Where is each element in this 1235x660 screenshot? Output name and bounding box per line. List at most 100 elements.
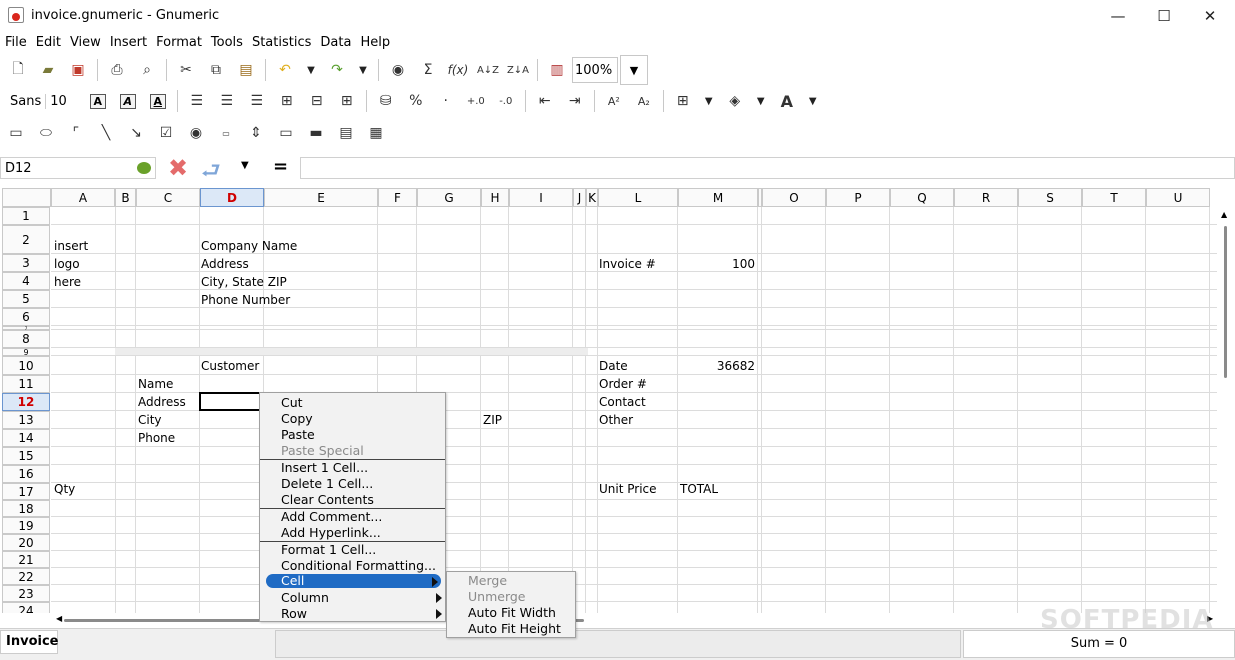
line-tool-icon[interactable]: ╲ <box>91 119 121 147</box>
column-header-b[interactable]: B <box>115 188 136 207</box>
ctx-column-submenu[interactable]: Column <box>260 590 445 606</box>
ctx-row-submenu[interactable]: Row <box>260 606 445 622</box>
row-header-6[interactable]: 6 <box>2 308 50 326</box>
ctx-format-cell[interactable]: Format 1 Cell... <box>260 542 445 558</box>
column-header-t[interactable]: T <box>1082 188 1146 207</box>
menu-statistics[interactable]: Statistics <box>247 32 315 53</box>
selected-cell-d12[interactable] <box>199 392 264 411</box>
merge-cells-icon[interactable]: ⊞ <box>272 87 302 115</box>
slider-widget-icon[interactable]: ▬ <box>301 119 331 147</box>
column-header-i[interactable]: I <box>509 188 573 207</box>
menu-format[interactable]: Format <box>151 32 206 53</box>
align-center-icon[interactable]: ☰ <box>212 87 242 115</box>
hyperlink-globe-icon[interactable]: ◉ <box>383 56 413 84</box>
cell-h13[interactable]: ZIP <box>483 413 502 427</box>
ctx-insert-cell[interactable]: Insert 1 Cell... <box>260 460 445 476</box>
menu-edit[interactable]: Edit <box>31 32 65 53</box>
cell-l17[interactable]: Unit Price <box>599 482 657 496</box>
radio-widget-icon[interactable]: ◉ <box>181 119 211 147</box>
cell-a2[interactable]: insert <box>54 239 88 253</box>
cell-m10[interactable]: 36682 <box>678 359 755 373</box>
font-name-select[interactable]: Sans <box>0 94 45 109</box>
italic-icon[interactable]: A <box>113 87 143 115</box>
cell-a3[interactable]: logo <box>54 257 80 271</box>
subscript-icon[interactable]: A₂ <box>629 87 659 115</box>
cell-l11[interactable]: Order # <box>599 377 647 391</box>
menu-data[interactable]: Data <box>315 32 355 53</box>
menu-tools[interactable]: Tools <box>206 32 247 53</box>
formula-input[interactable] <box>300 157 1235 179</box>
minimize-button[interactable]: — <box>1095 0 1141 32</box>
save-icon[interactable]: ▣ <box>63 56 93 84</box>
ctx-paste[interactable]: Paste <box>260 427 445 443</box>
column-header-q[interactable]: Q <box>890 188 954 207</box>
row-header-16[interactable]: 16 <box>2 465 50 483</box>
menu-help[interactable]: Help <box>355 32 394 53</box>
column-header-h[interactable]: H <box>481 188 509 207</box>
cut-icon[interactable]: ✂ <box>171 56 201 84</box>
ctx-add-hyperlink[interactable]: Add Hyperlink... <box>260 525 445 541</box>
cell-d10[interactable]: Customer <box>201 359 259 373</box>
increase-decimals-icon[interactable]: +.0 <box>461 87 491 115</box>
row-header-15[interactable]: 15 <box>2 447 50 465</box>
row-header-20[interactable]: 20 <box>2 534 50 551</box>
thousands-separator-icon[interactable]: · <box>431 87 461 115</box>
spreadsheet-grid[interactable]: A B C D E F G H I J K L M O P Q R S T U … <box>0 188 1217 613</box>
cell-m3[interactable]: 100 <box>678 257 755 271</box>
equals-sign-button[interactable]: = <box>273 156 288 177</box>
undo-icon[interactable]: ↶ <box>270 56 300 84</box>
row-header-17[interactable]: 17 <box>2 483 50 500</box>
column-header-g[interactable]: G <box>417 188 481 207</box>
cell-l12[interactable]: Contact <box>599 395 646 409</box>
redo-dropdown-icon[interactable]: ▼ <box>352 65 374 76</box>
row-header-9[interactable]: 9 <box>2 348 50 357</box>
row-header-19[interactable]: 19 <box>2 517 50 534</box>
list-widget-icon[interactable]: ▤ <box>331 119 361 147</box>
cell-name-box[interactable]: D12 <box>0 157 156 179</box>
center-across-icon[interactable]: ⊟ <box>302 87 332 115</box>
select-all-corner[interactable] <box>2 188 51 207</box>
cell-l13[interactable]: Other <box>599 413 633 427</box>
cell-c12[interactable]: Address <box>138 395 186 409</box>
ctx-cut[interactable]: Cut <box>260 395 445 411</box>
arrow-tool-icon[interactable]: ↘ <box>121 119 151 147</box>
row-header-10[interactable]: 10 <box>2 356 50 375</box>
superscript-icon[interactable]: A² <box>599 87 629 115</box>
submenu-auto-fit-height[interactable]: Auto Fit Height <box>447 621 575 637</box>
column-header-o[interactable]: O <box>762 188 826 207</box>
ctx-cell-submenu[interactable]: Cell <box>266 574 441 588</box>
row-header-8[interactable]: 8 <box>2 330 50 348</box>
goto-arrow-icon[interactable] <box>137 162 151 174</box>
fill-color-dropdown-icon[interactable]: ▼ <box>750 96 772 107</box>
cell-d4[interactable]: City, State ZIP <box>201 275 287 289</box>
row-header-12[interactable]: 12 <box>2 393 50 411</box>
increase-indent-icon[interactable]: ⇥ <box>560 87 590 115</box>
row-header-24[interactable]: 24 <box>2 602 50 613</box>
print-preview-icon[interactable]: ⌕ <box>132 56 162 84</box>
sheet-tab-invoice[interactable]: Invoice <box>0 630 58 654</box>
row-header-14[interactable]: 14 <box>2 429 50 447</box>
column-header-m[interactable]: M <box>678 188 758 207</box>
currency-icon[interactable]: ⛁ <box>371 87 401 115</box>
menu-insert[interactable]: Insert <box>105 32 151 53</box>
cancel-edit-icon[interactable]: ✖ <box>168 154 188 182</box>
align-right-icon[interactable]: ☰ <box>242 87 272 115</box>
ellipse-tool-icon[interactable]: ⬭ <box>31 119 61 147</box>
new-file-icon[interactable]: 🗋 <box>3 56 33 84</box>
fill-color-icon[interactable]: ◈ <box>720 87 750 115</box>
borders-dropdown-icon[interactable]: ▼ <box>698 96 720 107</box>
close-button[interactable]: ✕ <box>1187 0 1233 32</box>
percent-icon[interactable]: % <box>401 87 431 115</box>
copy-icon[interactable]: ⧉ <box>201 56 231 84</box>
borders-icon[interactable]: ⊞ <box>668 87 698 115</box>
cell-d5[interactable]: Phone Number <box>201 293 290 307</box>
cell-m17[interactable]: TOTAL <box>680 482 718 496</box>
row-header-5[interactable]: 5 <box>2 290 50 308</box>
maximize-button[interactable]: ☐ <box>1141 0 1187 32</box>
font-color-dropdown-icon[interactable]: ▼ <box>802 96 824 107</box>
row-header-21[interactable]: 21 <box>2 551 50 568</box>
split-cells-icon[interactable]: ⊞ <box>332 87 362 115</box>
row-header-1[interactable]: 1 <box>2 207 50 225</box>
cell-l10[interactable]: Date <box>599 359 628 373</box>
scroll-left-icon[interactable]: ◀ <box>56 614 62 623</box>
